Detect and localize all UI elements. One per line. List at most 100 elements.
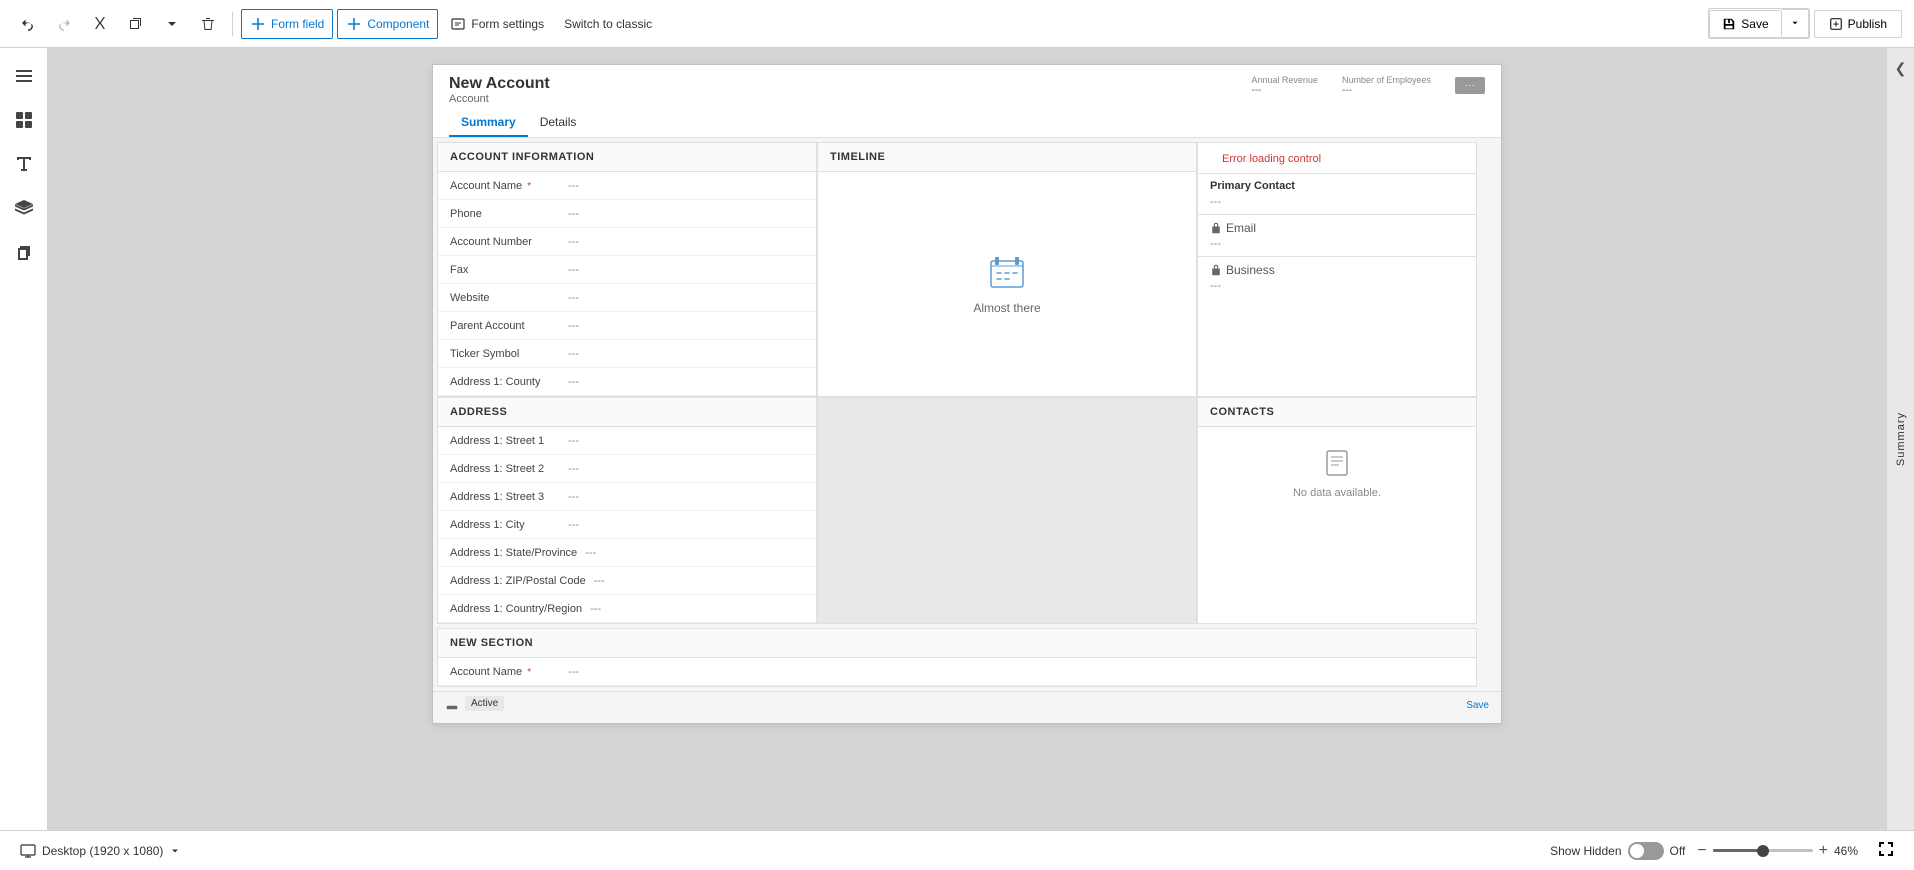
account-section-header: ACCOUNT INFORMATION <box>438 143 816 172</box>
contacts-section-header: CONTACTS <box>1198 398 1476 427</box>
desktop-selector[interactable]: Desktop (1920 x 1080) <box>20 843 181 859</box>
zoom-slider-knob[interactable] <box>1757 845 1769 857</box>
close-sidebar-button[interactable]: ❮ <box>1895 60 1907 77</box>
annual-revenue-field: Annual Revenue --- <box>1251 75 1318 96</box>
timeline-header: Timeline <box>818 143 1196 172</box>
canvas-area[interactable]: New Account Account Annual Revenue --- N… <box>48 48 1886 830</box>
new-section: New Section Account Name * --- <box>437 628 1477 687</box>
field-phone: Phone --- <box>438 200 816 228</box>
switch-classic-button[interactable]: Switch to classic <box>556 11 660 37</box>
zoom-slider-track[interactable] <box>1713 849 1813 852</box>
right-sidebar: ❮ Summary <box>1886 48 1914 830</box>
new-section-header: New Section <box>438 629 1476 658</box>
almost-there-text: Almost there <box>973 301 1040 315</box>
active-badge: Active <box>465 696 504 711</box>
hidden-toggle-switch[interactable] <box>1628 842 1664 860</box>
timeline-section: Timeline Almost there <box>817 142 1197 397</box>
save-group: Save <box>1708 8 1809 39</box>
address-section: ADDRESS Address 1: Street 1 --- Address … <box>437 397 817 624</box>
form-status-right: Save <box>1466 697 1489 711</box>
form-tabs: Summary Details <box>449 109 1485 137</box>
dropdown-button[interactable] <box>156 10 188 38</box>
num-employees-field: Number of Employees --- <box>1342 75 1431 96</box>
form-status-left: Active <box>445 696 504 711</box>
field-ticker-symbol: Ticker Symbol --- <box>438 340 816 368</box>
chevron-down-icon <box>169 845 181 857</box>
form-title: New Account <box>449 75 550 93</box>
divider-1 <box>232 12 233 36</box>
field-account-name: Account Name * --- <box>438 172 816 200</box>
business-row: Business --- <box>1198 256 1476 298</box>
main-toolbar: Form field Component Form settings Switc… <box>0 0 1914 48</box>
field-parent-account: Parent Account --- <box>438 312 816 340</box>
field-address-county: Address 1: County --- <box>438 368 816 396</box>
address-map-placeholder <box>817 397 1197 624</box>
field-country: Address 1: Country/Region --- <box>438 595 816 623</box>
email-row: Email --- <box>1198 214 1476 256</box>
footer: Desktop (1920 x 1080) Show Hidden Off − … <box>0 830 1914 870</box>
form-status-bar: Active Save <box>433 691 1501 715</box>
copy-button[interactable] <box>120 10 152 38</box>
footer-right: Show Hidden Off − + 46% <box>1550 841 1894 860</box>
zoom-minus-button[interactable]: − <box>1697 842 1706 860</box>
fit-screen-button[interactable] <box>1878 841 1894 860</box>
lock-icon <box>1210 222 1222 234</box>
add-form-field-button[interactable]: Form field <box>241 9 333 39</box>
field-account-number: Account Number --- <box>438 228 816 256</box>
contacts-section: CONTACTS No data available. <box>1197 397 1477 624</box>
undo-button[interactable] <box>12 10 44 38</box>
cut-button[interactable] <box>84 10 116 38</box>
redo-button[interactable] <box>48 10 80 38</box>
almost-there-icon <box>987 253 1027 293</box>
primary-contact-row: Primary Contact --- <box>1198 173 1476 214</box>
publish-button[interactable]: Publish <box>1814 10 1902 38</box>
no-data-icon <box>1321 447 1353 479</box>
main-layout: New Account Account Annual Revenue --- N… <box>0 48 1914 830</box>
toggle-state-label: Off <box>1670 844 1686 858</box>
sidebar-text-icon[interactable] <box>4 144 44 184</box>
field-street3: Address 1: Street 3 --- <box>438 483 816 511</box>
save-dropdown-button[interactable] <box>1782 9 1809 38</box>
right-sidebar-label[interactable]: Summary <box>1895 404 1907 474</box>
field-street1: Address 1: Street 1 --- <box>438 427 816 455</box>
form-canvas: New Account Account Annual Revenue --- N… <box>432 64 1502 724</box>
fit-screen-icon <box>1878 841 1894 857</box>
zoom-plus-button[interactable]: + <box>1819 842 1828 860</box>
form-save-link[interactable]: Save <box>1466 700 1489 711</box>
business-lock-icon <box>1210 264 1222 276</box>
form-header: New Account Account Annual Revenue --- N… <box>433 65 1501 138</box>
monitor-icon <box>20 843 36 859</box>
tab-details[interactable]: Details <box>528 109 589 137</box>
zoom-control: − + 46% <box>1697 842 1866 860</box>
header-action-button[interactable]: ··· <box>1455 77 1485 94</box>
save-button[interactable]: Save <box>1709 10 1781 38</box>
field-city: Address 1: City --- <box>438 511 816 539</box>
status-icon <box>445 697 459 711</box>
field-zip: Address 1: ZIP/Postal Code --- <box>438 567 816 595</box>
sidebar-menu-icon[interactable] <box>4 56 44 96</box>
address-section-header: ADDRESS <box>438 398 816 427</box>
sidebar-grid-icon[interactable] <box>4 100 44 140</box>
add-component-button[interactable]: Component <box>337 9 438 39</box>
field-website: Website --- <box>438 284 816 312</box>
left-sidebar <box>0 48 48 830</box>
zoom-slider-fill <box>1713 849 1759 852</box>
right-contact-section: Error loading control Primary Contact --… <box>1197 142 1477 397</box>
delete-button[interactable] <box>192 10 224 38</box>
sidebar-layers-icon[interactable] <box>4 188 44 228</box>
toggle-knob <box>1630 844 1644 858</box>
form-body: ACCOUNT INFORMATION Account Name * --- P… <box>433 138 1501 691</box>
field-state: Address 1: State/Province --- <box>438 539 816 567</box>
close-sidebar-area: ❮ <box>1887 56 1914 81</box>
error-loading-text[interactable]: Error loading control <box>1210 145 1333 173</box>
form-subtitle: Account <box>449 93 550 105</box>
sidebar-copy-icon[interactable] <box>4 232 44 272</box>
no-data-placeholder: No data available. <box>1198 427 1476 519</box>
new-section-account-name: Account Name * --- <box>438 658 1476 686</box>
form-settings-button[interactable]: Form settings <box>442 10 552 38</box>
show-hidden-toggle: Show Hidden Off <box>1550 842 1685 860</box>
account-info-section: ACCOUNT INFORMATION Account Name * --- P… <box>437 142 817 397</box>
field-street2: Address 1: Street 2 --- <box>438 455 816 483</box>
toolbar-right: Save Publish <box>1708 8 1902 39</box>
tab-summary[interactable]: Summary <box>449 109 528 137</box>
